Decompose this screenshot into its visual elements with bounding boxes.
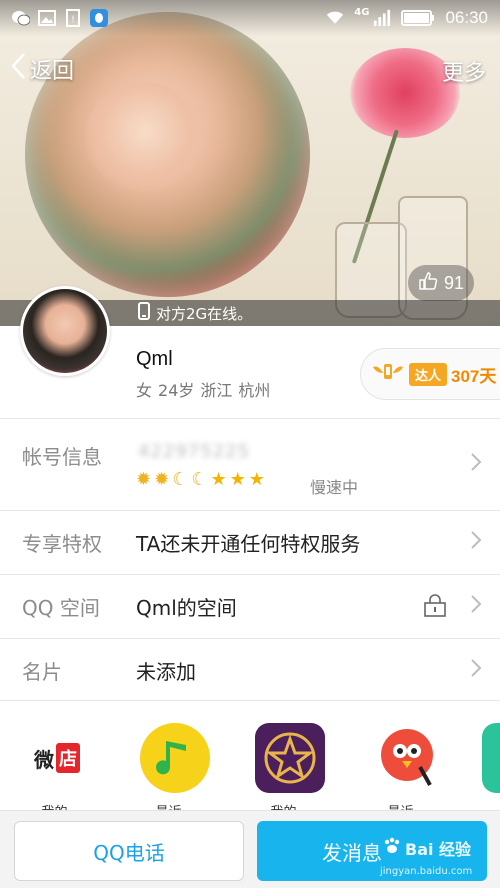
qq-icon (90, 9, 108, 27)
paw-icon (382, 836, 402, 860)
acceleration-status: 慢速中 (310, 478, 359, 497)
sun-level-icon: ✹ (136, 469, 152, 490)
qq-call-button[interactable]: QQ电话 (14, 821, 244, 881)
partial-app-icon[interactable] (482, 723, 500, 793)
profile-gender: 女 (136, 381, 153, 400)
wings-icon (371, 361, 405, 387)
lock-icon (422, 592, 448, 622)
star-app-icon[interactable] (255, 723, 325, 793)
qzone-row[interactable]: QQ 空间 Qml的空间 (0, 574, 500, 638)
expert-days: 307天 (451, 366, 497, 386)
signal-icon (373, 9, 391, 27)
like-count: 91 (443, 272, 465, 293)
business-card-label: 名片 (22, 660, 62, 684)
sim-icon: ! (64, 9, 82, 27)
account-number: 422975225 (138, 441, 251, 462)
watermark-url: jingyan.baidu.com (380, 866, 473, 877)
back-label: 返回 (30, 59, 75, 84)
star-level-icon: ★ (210, 469, 227, 490)
chevron-right-icon (470, 452, 482, 478)
chevron-right-icon (470, 658, 482, 684)
star-level-icon: ★ (229, 469, 246, 490)
chevron-left-icon (10, 52, 26, 86)
qq-music-app-icon[interactable] (140, 723, 210, 793)
profile-city: 杭州 (238, 381, 271, 400)
info-list: 帐号信息 422975225 ✹ ✹ ☾ ☾ ★ ★ ★ 慢速中 专享特权 TA… (0, 418, 500, 702)
image-icon (38, 9, 56, 27)
svg-text:!: ! (71, 15, 75, 25)
thumbs-up-icon (418, 271, 438, 296)
profile-name: Qml (136, 348, 173, 370)
business-card-value: 未添加 (136, 660, 196, 684)
star-level-icon: ★ (248, 469, 265, 490)
moon-level-icon: ☾ (172, 469, 189, 490)
expert-badge[interactable]: 达人 307天 (360, 348, 500, 400)
status-bar: ! 4G 06:30 (0, 0, 500, 36)
phone-icon (138, 302, 150, 324)
profile-age: 24岁 (158, 381, 195, 400)
qzone-value: Qml的空间 (136, 596, 237, 620)
account-info-label: 帐号信息 (22, 445, 102, 469)
profile-province: 浙江 (200, 381, 233, 400)
wechat-icon (12, 9, 30, 27)
status-time: 06:30 (445, 8, 488, 27)
weidian-app-icon[interactable]: 微 微店 店 (26, 723, 96, 793)
avatar[interactable] (20, 286, 110, 376)
chevron-right-icon (470, 594, 482, 620)
watermark-text: Bai 经验 (405, 840, 472, 859)
business-card-row[interactable]: 名片 未添加 (0, 638, 500, 702)
more-button[interactable]: 更多 (442, 55, 486, 87)
sun-level-icon: ✹ (154, 469, 170, 490)
chevron-right-icon (470, 530, 482, 556)
qq-level-icons: ✹ ✹ ☾ ☾ ★ ★ ★ (136, 471, 265, 489)
wifi-icon (326, 9, 344, 27)
privilege-label: 专享特权 (22, 532, 102, 556)
app-strip[interactable]: 微 微店 店 我的… 最近… 我的… 最近… (0, 700, 500, 812)
account-info-row[interactable]: 帐号信息 422975225 ✹ ✹ ☾ ☾ ★ ★ ★ 慢速中 (0, 418, 500, 510)
privilege-value: TA还未开通任何特权服务 (136, 532, 361, 556)
back-button[interactable]: 返回 (10, 52, 74, 86)
sing-app-icon[interactable] (372, 723, 442, 793)
moon-level-icon: ☾ (191, 469, 208, 490)
expert-tag: 达人 (409, 362, 448, 386)
privilege-row[interactable]: 专享特权 TA还未开通任何特权服务 (0, 510, 500, 574)
qzone-label: QQ 空间 (22, 596, 100, 620)
online-status-text: 对方2G在线。 (156, 304, 253, 323)
baidu-watermark: Bai 经验 (382, 836, 471, 860)
profile-meta: 女 24岁 浙江 杭州 (136, 377, 270, 401)
send-message-label: 发消息 (322, 840, 382, 865)
network-type-label: 4G (354, 6, 370, 18)
like-button[interactable]: 91 (408, 265, 474, 301)
battery-icon (401, 9, 435, 27)
